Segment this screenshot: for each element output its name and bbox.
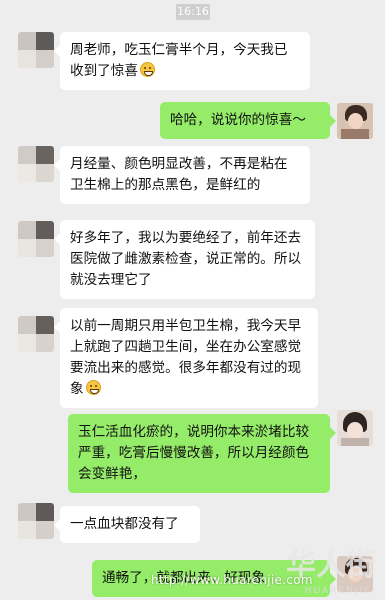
message-bubble[interactable]: 以前一周期只用半包卫生棉，我今天早上就跑了四趟卫生间，坐在办公室感觉要流出来的感…	[54, 308, 318, 408]
grin-emoji-icon	[139, 62, 155, 77]
message-text: 一点血块都没有了	[70, 516, 179, 532]
message-bubble[interactable]: 月经量、颜色明显改善，不再是粘在卫生棉上的那点黑色，是鲜红的	[54, 146, 310, 204]
message-text: 周老师，吃玉仁膏半个月，今天我已收到了惊喜	[70, 42, 288, 79]
my-avatar[interactable]	[337, 410, 373, 446]
message-bubble[interactable]: 周老师，吃玉仁膏半个月，今天我已收到了惊喜	[54, 32, 310, 90]
message-text: 玉仁活血化瘀的，说明你本来淤堵比较严重，吃膏后慢慢改善，所以月经颜色会变鲜艳，	[78, 424, 310, 482]
message-bubble[interactable]: 一点血块都没有了	[54, 506, 200, 543]
contact-avatar[interactable]	[18, 503, 54, 539]
message-bubble[interactable]: 玉仁活血化瘀的，说明你本来淤堵比较严重，吃膏后慢慢改善，所以月经颜色会变鲜艳，	[68, 414, 336, 493]
contact-avatar[interactable]	[18, 32, 54, 68]
message-text: 月经量、颜色明显改善，不再是粘在卫生棉上的那点黑色，是鲜红的	[70, 156, 288, 193]
message-bubble[interactable]: 哈哈，说说你的惊喜～	[160, 102, 336, 139]
timestamp: 16:16	[176, 4, 210, 20]
contact-avatar[interactable]	[18, 146, 54, 182]
contact-avatar[interactable]	[18, 221, 54, 257]
contact-avatar[interactable]	[18, 316, 54, 352]
message-text: 好多年了，我以为要绝经了，前年还去医院做了雌激素检查，说正常的。所以就没去理它了	[70, 230, 302, 288]
watermark-sub: HUARENJIE	[304, 586, 372, 596]
grin-emoji-icon	[85, 380, 101, 395]
message-bubble[interactable]: 好多年了，我以为要绝经了，前年还去医院做了雌激素检查，说正常的。所以就没去理它了	[54, 220, 315, 299]
watermark-url: http://www.huarenjie.com	[151, 573, 313, 587]
message-text: 哈哈，说说你的惊喜～	[170, 112, 306, 128]
message-text: 以前一周期只用半包卫生棉，我今天早上就跑了四趟卫生间，坐在办公室感觉要流出来的感…	[70, 318, 302, 397]
watermark: 华人街 http://www.huarenjie.com HUARENJIE	[145, 548, 380, 600]
my-avatar[interactable]	[337, 103, 373, 139]
